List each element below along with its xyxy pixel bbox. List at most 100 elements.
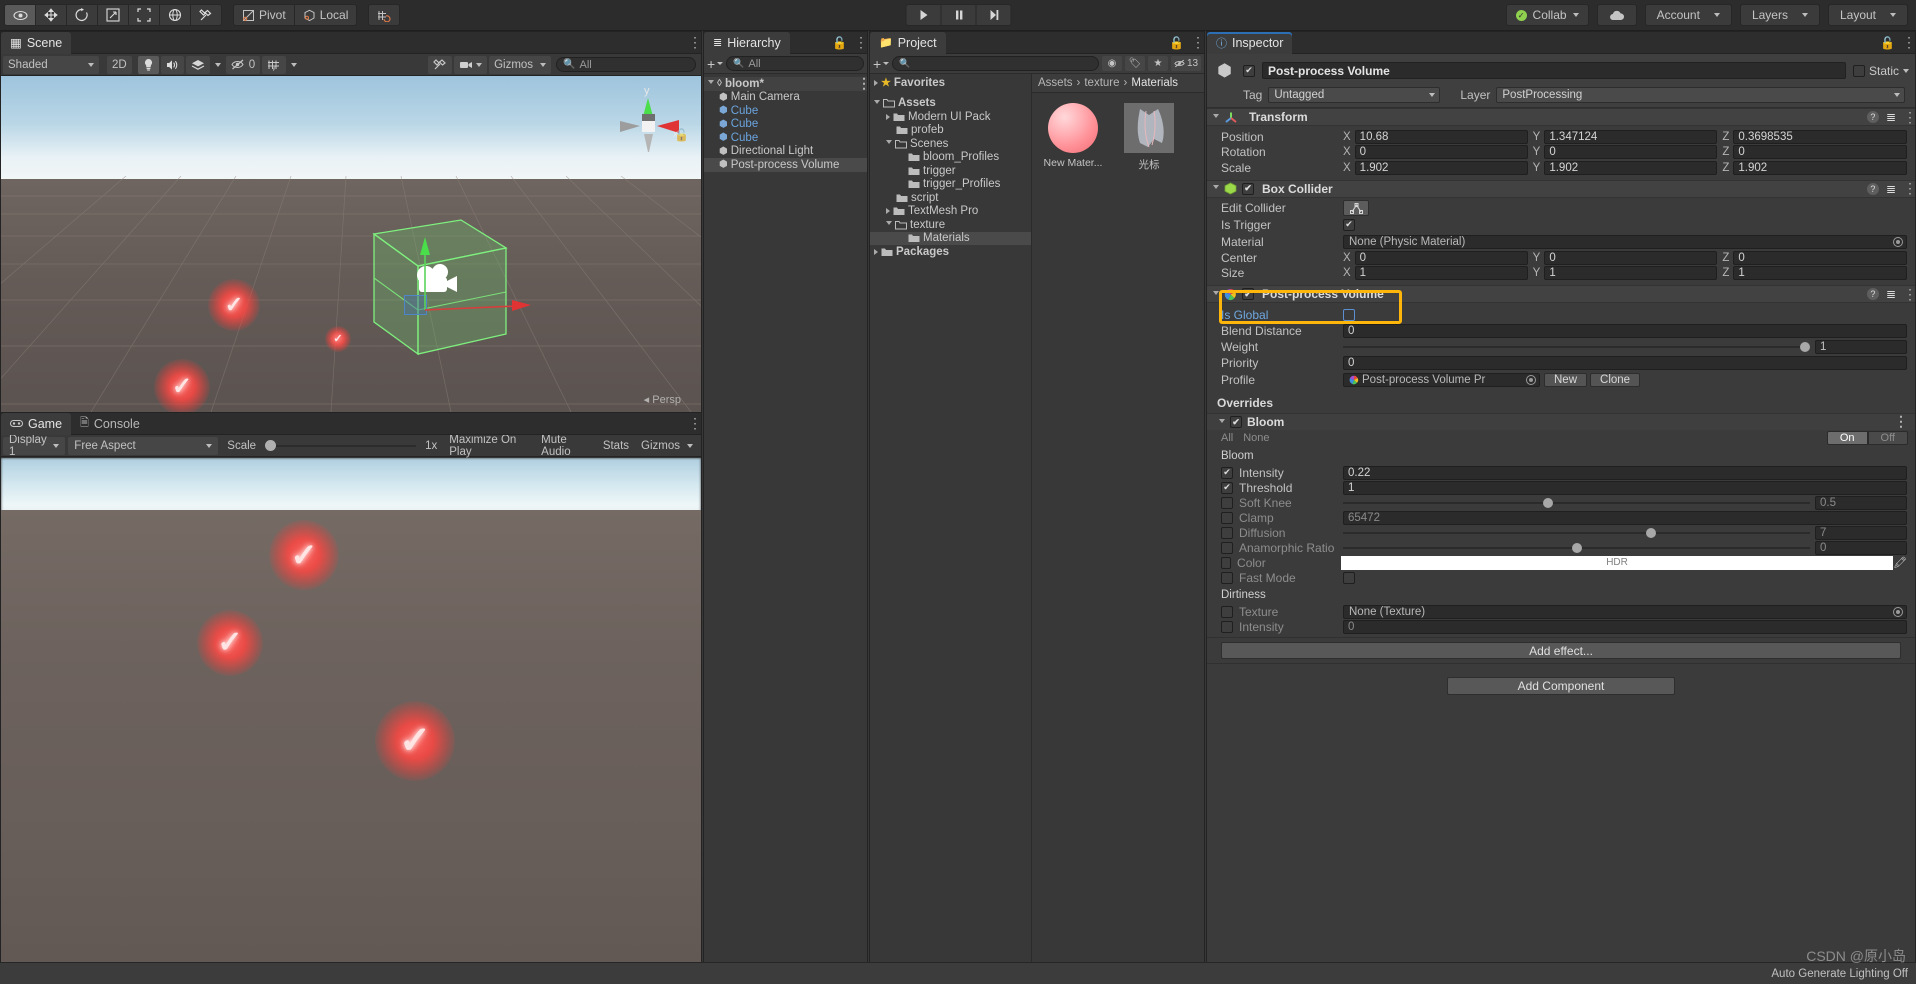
tab-inspector[interactable]: ⓘ Inspector [1207, 31, 1293, 54]
eyedropper-icon[interactable]: 🖍 [1893, 556, 1907, 570]
collider-center-y[interactable]: Y0 [1533, 250, 1718, 265]
collider-center-y-input[interactable]: 0 [1544, 250, 1718, 265]
inspector-menu-icon[interactable] [1902, 37, 1908, 48]
is-trigger-checkbox[interactable] [1343, 218, 1355, 231]
transform-position-x[interactable]: X 10.68 [1343, 129, 1528, 144]
scene-search-input[interactable]: 🔍 All [556, 57, 696, 72]
scale-slider-group[interactable]: Scale 1x [221, 437, 443, 455]
object-picker-icon[interactable] [1893, 236, 1903, 247]
component-menu-icon[interactable] [1903, 112, 1909, 123]
blend-distance-input[interactable]: 0 [1343, 324, 1907, 338]
transform-position-x-input[interactable]: 10.68 [1354, 129, 1528, 144]
diffusion-override-checkbox[interactable] [1221, 526, 1233, 539]
add-effect-button[interactable]: Add effect... [1221, 642, 1901, 659]
transform-scale-z-input[interactable]: 1.902 [1733, 160, 1908, 175]
tab-console[interactable]: 🗎 Console [71, 413, 149, 435]
collider-size-x-input[interactable]: 1 [1354, 266, 1528, 281]
play-button[interactable] [905, 4, 942, 26]
scene-lock-icon[interactable]: 🔓 [674, 128, 689, 142]
object-enabled-checkbox[interactable] [1243, 64, 1255, 77]
collider-center-x-input[interactable]: 0 [1354, 250, 1528, 265]
transform-rotation-x[interactable]: X0 [1343, 145, 1528, 160]
project-tree-item-packages[interactable]: Packages [870, 245, 1031, 259]
transform-rotation-z-input[interactable]: 0 [1733, 145, 1908, 160]
transform-rotation-z[interactable]: Z0 [1722, 145, 1908, 160]
lightbulb-icon[interactable] [137, 55, 159, 74]
toggle-2d-button[interactable]: 2D [107, 55, 132, 74]
hierarchy-add-button[interactable]: + [707, 56, 724, 72]
asset-item[interactable]: New Mater... [1040, 101, 1106, 172]
local-toggle-button[interactable]: Local [293, 4, 358, 26]
intensity-input[interactable]: 0 [1343, 619, 1907, 634]
project-tree-item-bloom-profiles[interactable]: bloom_Profiles [870, 151, 1031, 165]
texture-override-checkbox[interactable] [1221, 605, 1233, 618]
scene-viewport[interactable]: ✓ ✓ ✓ y x 🔓 ◂ Persp [1, 76, 701, 412]
collider-size-y[interactable]: Y1 [1533, 266, 1718, 281]
component-menu-icon[interactable] [1903, 289, 1909, 300]
project-tree-item-textmesh-pro[interactable]: TextMesh Pro [870, 205, 1031, 219]
layers-button[interactable]: Layers [1739, 4, 1820, 26]
bloom-on-button[interactable]: On [1826, 431, 1868, 445]
chevron-right-icon[interactable] [874, 248, 878, 255]
chevron-down-icon[interactable] [874, 99, 880, 107]
project-lock-icon[interactable]: 🔓 [1169, 36, 1184, 50]
object-picker-icon[interactable] [1893, 606, 1903, 617]
gizmos-dropdown[interactable]: Gizmos [489, 55, 552, 74]
breadcrumb-item[interactable]: Assets [1038, 77, 1073, 89]
stats-button[interactable]: Stats [597, 437, 635, 455]
intensity-override-checkbox[interactable] [1221, 620, 1233, 633]
effects-icon[interactable] [185, 55, 210, 74]
transform-position-z[interactable]: Z 0.3698535 [1722, 129, 1908, 144]
soft-knee-slider[interactable] [1343, 496, 1810, 510]
collider-size-y-input[interactable]: 1 [1544, 266, 1718, 281]
transform-tool-icon[interactable] [159, 4, 191, 26]
audio-icon[interactable] [160, 55, 184, 74]
weight-slider-knob[interactable] [1800, 342, 1810, 352]
clamp-input[interactable]: 65472 [1343, 510, 1907, 525]
pivot-toggle-button[interactable]: Pivot [233, 4, 295, 26]
none-button[interactable]: None [1243, 432, 1269, 444]
project-tree-item-script[interactable]: script [870, 191, 1031, 205]
fast-mode-override-checkbox[interactable] [1221, 571, 1233, 584]
scene-menu-icon[interactable] [688, 37, 694, 48]
project-tree-item-assets[interactable]: Assets [870, 97, 1031, 111]
diffusion-slider-knob[interactable] [1646, 527, 1657, 538]
help-icon[interactable]: ? [1866, 111, 1879, 123]
chevron-down-icon[interactable] [886, 140, 892, 147]
intensity-input[interactable]: 0.22 [1343, 465, 1907, 480]
project-add-button[interactable]: + [873, 56, 890, 72]
transform-scale-z[interactable]: Z 1.902 [1722, 160, 1908, 175]
diffusion-number-input[interactable]: 7 [1815, 525, 1907, 540]
filter-favorite-icon[interactable]: ★ [1148, 56, 1168, 71]
maximize-on-play-button[interactable]: Maximize On Play [443, 434, 535, 458]
collider-size-x[interactable]: X1 [1343, 266, 1528, 281]
tab-project[interactable]: 📁 Project [870, 31, 946, 54]
transform-rotation-y[interactable]: Y0 [1533, 145, 1718, 160]
rect-tool-icon[interactable] [128, 4, 160, 26]
hierarchy-item-cube[interactable]: ⬢ Cube [704, 104, 867, 118]
asset-item[interactable]: 光标 [1116, 101, 1182, 172]
anamorphic-ratio-slider-knob[interactable] [1571, 542, 1582, 553]
scale-tool-icon[interactable] [97, 4, 129, 26]
collider-center-x[interactable]: X0 [1343, 250, 1528, 265]
bloom-menu-icon[interactable] [1894, 415, 1908, 429]
hand-tool-icon[interactable] [4, 4, 36, 26]
project-tree-item-trigger-profiles[interactable]: trigger_Profiles [870, 178, 1031, 192]
rotate-tool-icon[interactable] [66, 4, 98, 26]
edit-collider-button[interactable] [1343, 200, 1369, 217]
object-name-field[interactable]: Post-process Volume [1262, 62, 1846, 79]
bloom-enabled-checkbox[interactable] [1230, 416, 1242, 428]
scale-slider-track[interactable] [276, 444, 417, 447]
transform-scale-x[interactable]: X 1.902 [1343, 160, 1528, 175]
hierarchy-item-directional-light[interactable]: ⬢ Directional Light [704, 145, 867, 159]
soft-knee-number-input[interactable]: 0.5 [1815, 495, 1907, 510]
inspector-lock-icon[interactable]: 🔓 [1880, 36, 1895, 50]
tab-hierarchy[interactable]: ≣ Hierarchy [704, 31, 790, 54]
collider-size-z[interactable]: Z1 [1722, 266, 1908, 281]
transform-position-y[interactable]: Y 1.347124 [1533, 129, 1718, 144]
preset-icon[interactable]: ≣ [1886, 110, 1896, 124]
layer-dropdown[interactable]: PostProcessing [1496, 87, 1905, 103]
physic-material-field[interactable]: None (Physic Material) [1343, 234, 1907, 249]
weight-slider[interactable] [1343, 340, 1810, 354]
scene-camera-icon[interactable] [454, 55, 488, 74]
